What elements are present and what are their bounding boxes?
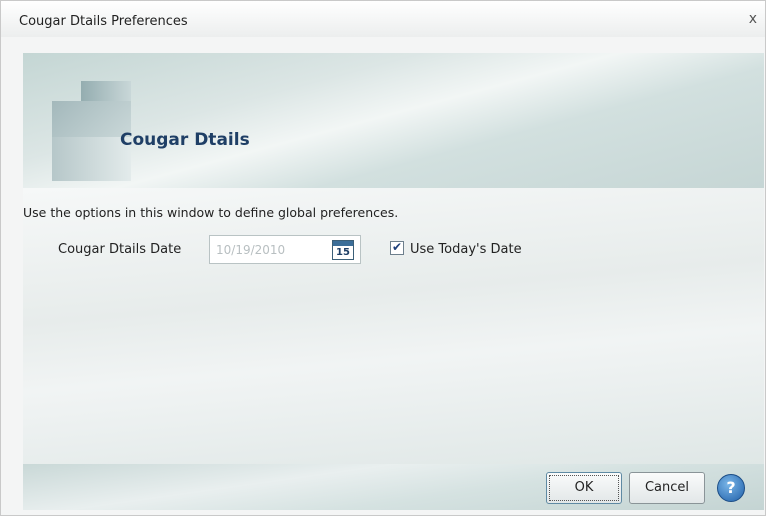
header-banner: Cougar Dtails [23,53,764,188]
close-icon[interactable]: x [749,11,757,27]
window-title: Cougar Dtails Preferences [19,14,188,29]
button-bar: OK Cancel ? [23,464,764,510]
preferences-content: Use the options in this window to define… [23,188,764,464]
use-today-label[interactable]: Use Today's Date [410,242,522,257]
help-icon[interactable]: ? [717,474,745,502]
cancel-button[interactable]: Cancel [629,472,705,504]
dialog-panel: Cougar Dtails Use the options in this wi… [23,53,764,510]
instructions-text: Use the options in this window to define… [23,205,399,220]
title-bar[interactable]: Cougar Dtails Preferences x [1,1,765,37]
date-label: Cougar Dtails Date [58,242,182,257]
calendar-icon-day: 15 [336,247,350,258]
ok-button[interactable]: OK [546,472,622,504]
calendar-icon[interactable]: 15 [332,240,354,260]
date-picker-field[interactable]: 10/19/2010 15 [209,235,361,264]
preferences-window: Cougar Dtails Preferences x Cougar Dtail… [0,0,766,516]
date-value: 10/19/2010 [216,243,286,257]
app-name-heading: Cougar Dtails [120,130,250,150]
checkmark-icon: ✔ [392,240,403,254]
use-today-checkbox[interactable]: ✔ [390,240,404,255]
